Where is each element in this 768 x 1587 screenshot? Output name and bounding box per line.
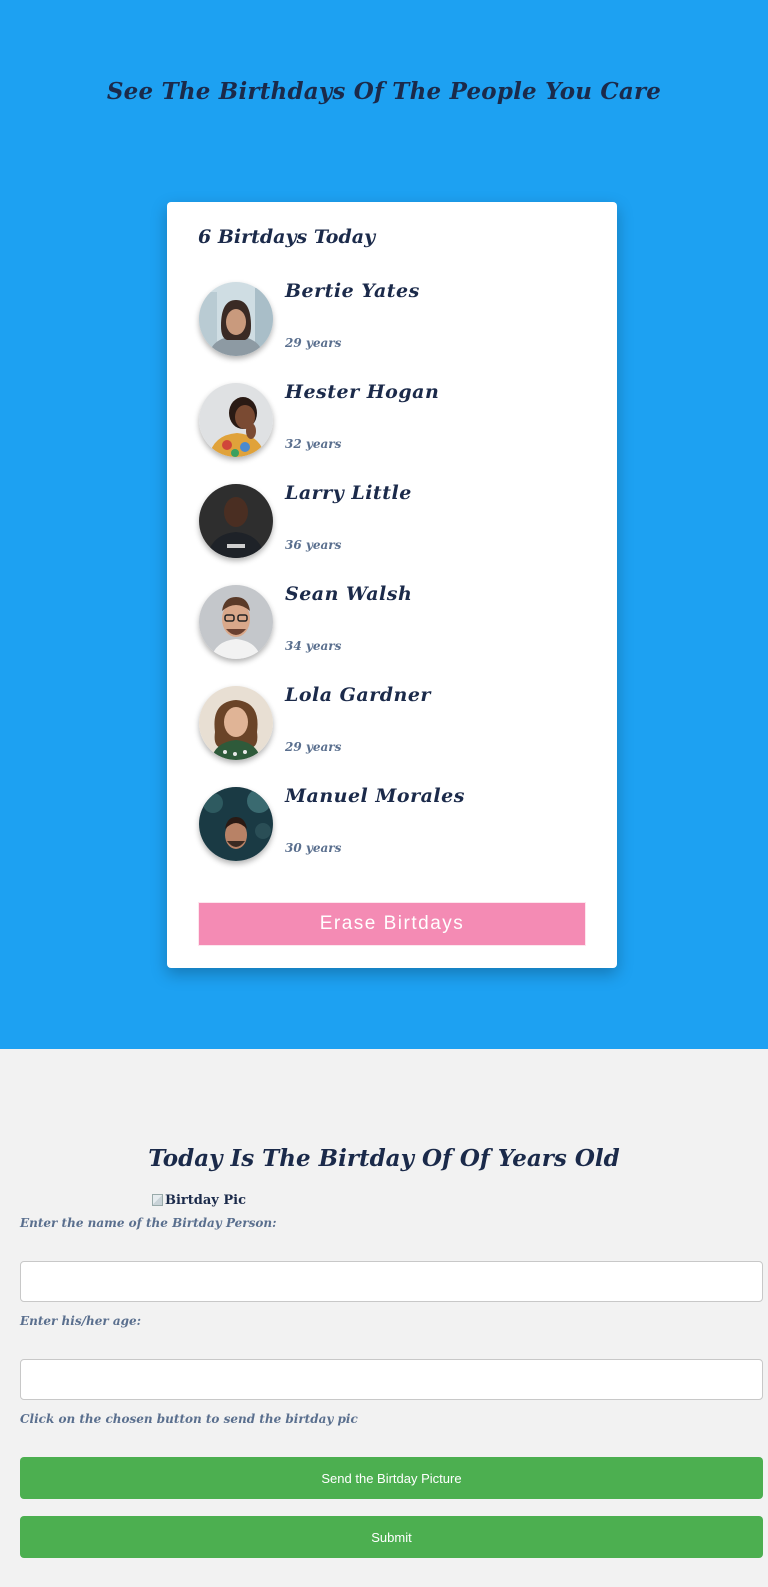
form-title: Today Is The Birtday Of Of Years Old xyxy=(148,1145,620,1172)
person-name: Bertie Yates xyxy=(285,280,420,302)
name-field[interactable] xyxy=(20,1261,763,1302)
avatar xyxy=(199,383,273,457)
picture-instruction-label: Click on the chosen button to send the b… xyxy=(20,1412,358,1426)
birthday-count-title: 6 Birtdays Today xyxy=(198,226,376,248)
person-age: 29 years xyxy=(285,336,342,350)
submit-button[interactable]: Submit xyxy=(20,1516,763,1558)
avatar xyxy=(199,585,273,659)
avatar-photo xyxy=(199,686,273,760)
avatar xyxy=(199,484,273,558)
person-age: 36 years xyxy=(285,538,342,552)
send-picture-button[interactable]: Send the Birtday Picture xyxy=(20,1457,763,1499)
person-name: Manuel Morales xyxy=(285,785,465,807)
birthday-picture-alt: Birtday Pic xyxy=(165,1192,247,1208)
list-item: Sean Walsh 34 years xyxy=(199,583,599,665)
list-item: Larry Little 36 years xyxy=(199,482,599,564)
avatar-photo xyxy=(199,484,273,558)
birthday-section: See The Birthdays Of The People You Care… xyxy=(0,0,768,1049)
avatar xyxy=(199,686,273,760)
broken-image-icon xyxy=(152,1194,163,1206)
person-name: Larry Little xyxy=(285,482,412,504)
avatar-photo xyxy=(199,585,273,659)
avatar xyxy=(199,282,273,356)
send-picture-form: Today Is The Birtday Of Of Years Old Bir… xyxy=(0,1049,768,1587)
person-age: 32 years xyxy=(285,437,342,451)
person-name: Sean Walsh xyxy=(285,583,413,605)
erase-birthdays-button[interactable]: Erase Birtdays xyxy=(198,902,586,946)
person-name: Lola Gardner xyxy=(285,684,431,706)
list-item: Hester Hogan 32 years xyxy=(199,381,599,463)
person-name: Hester Hogan xyxy=(285,381,440,403)
birthday-card: 6 Birtdays Today Bertie Yates 29 years H… xyxy=(167,202,617,968)
person-age: 29 years xyxy=(285,740,342,754)
list-item: Manuel Morales 30 years xyxy=(199,785,599,867)
avatar-photo xyxy=(199,383,273,457)
list-item: Bertie Yates 29 years xyxy=(199,280,599,362)
page-title: See The Birthdays Of The People You Care xyxy=(106,78,662,105)
avatar-photo xyxy=(199,787,273,861)
list-item: Lola Gardner 29 years xyxy=(199,684,599,766)
person-age: 30 years xyxy=(285,841,342,855)
avatar-photo xyxy=(199,282,273,356)
person-age: 34 years xyxy=(285,639,342,653)
avatar xyxy=(199,787,273,861)
name-label: Enter the name of the Birtday Person: xyxy=(20,1216,277,1230)
birthday-picture: Birtday Pic xyxy=(152,1192,246,1208)
age-label: Enter his/her age: xyxy=(20,1314,142,1328)
age-field[interactable] xyxy=(20,1359,763,1400)
